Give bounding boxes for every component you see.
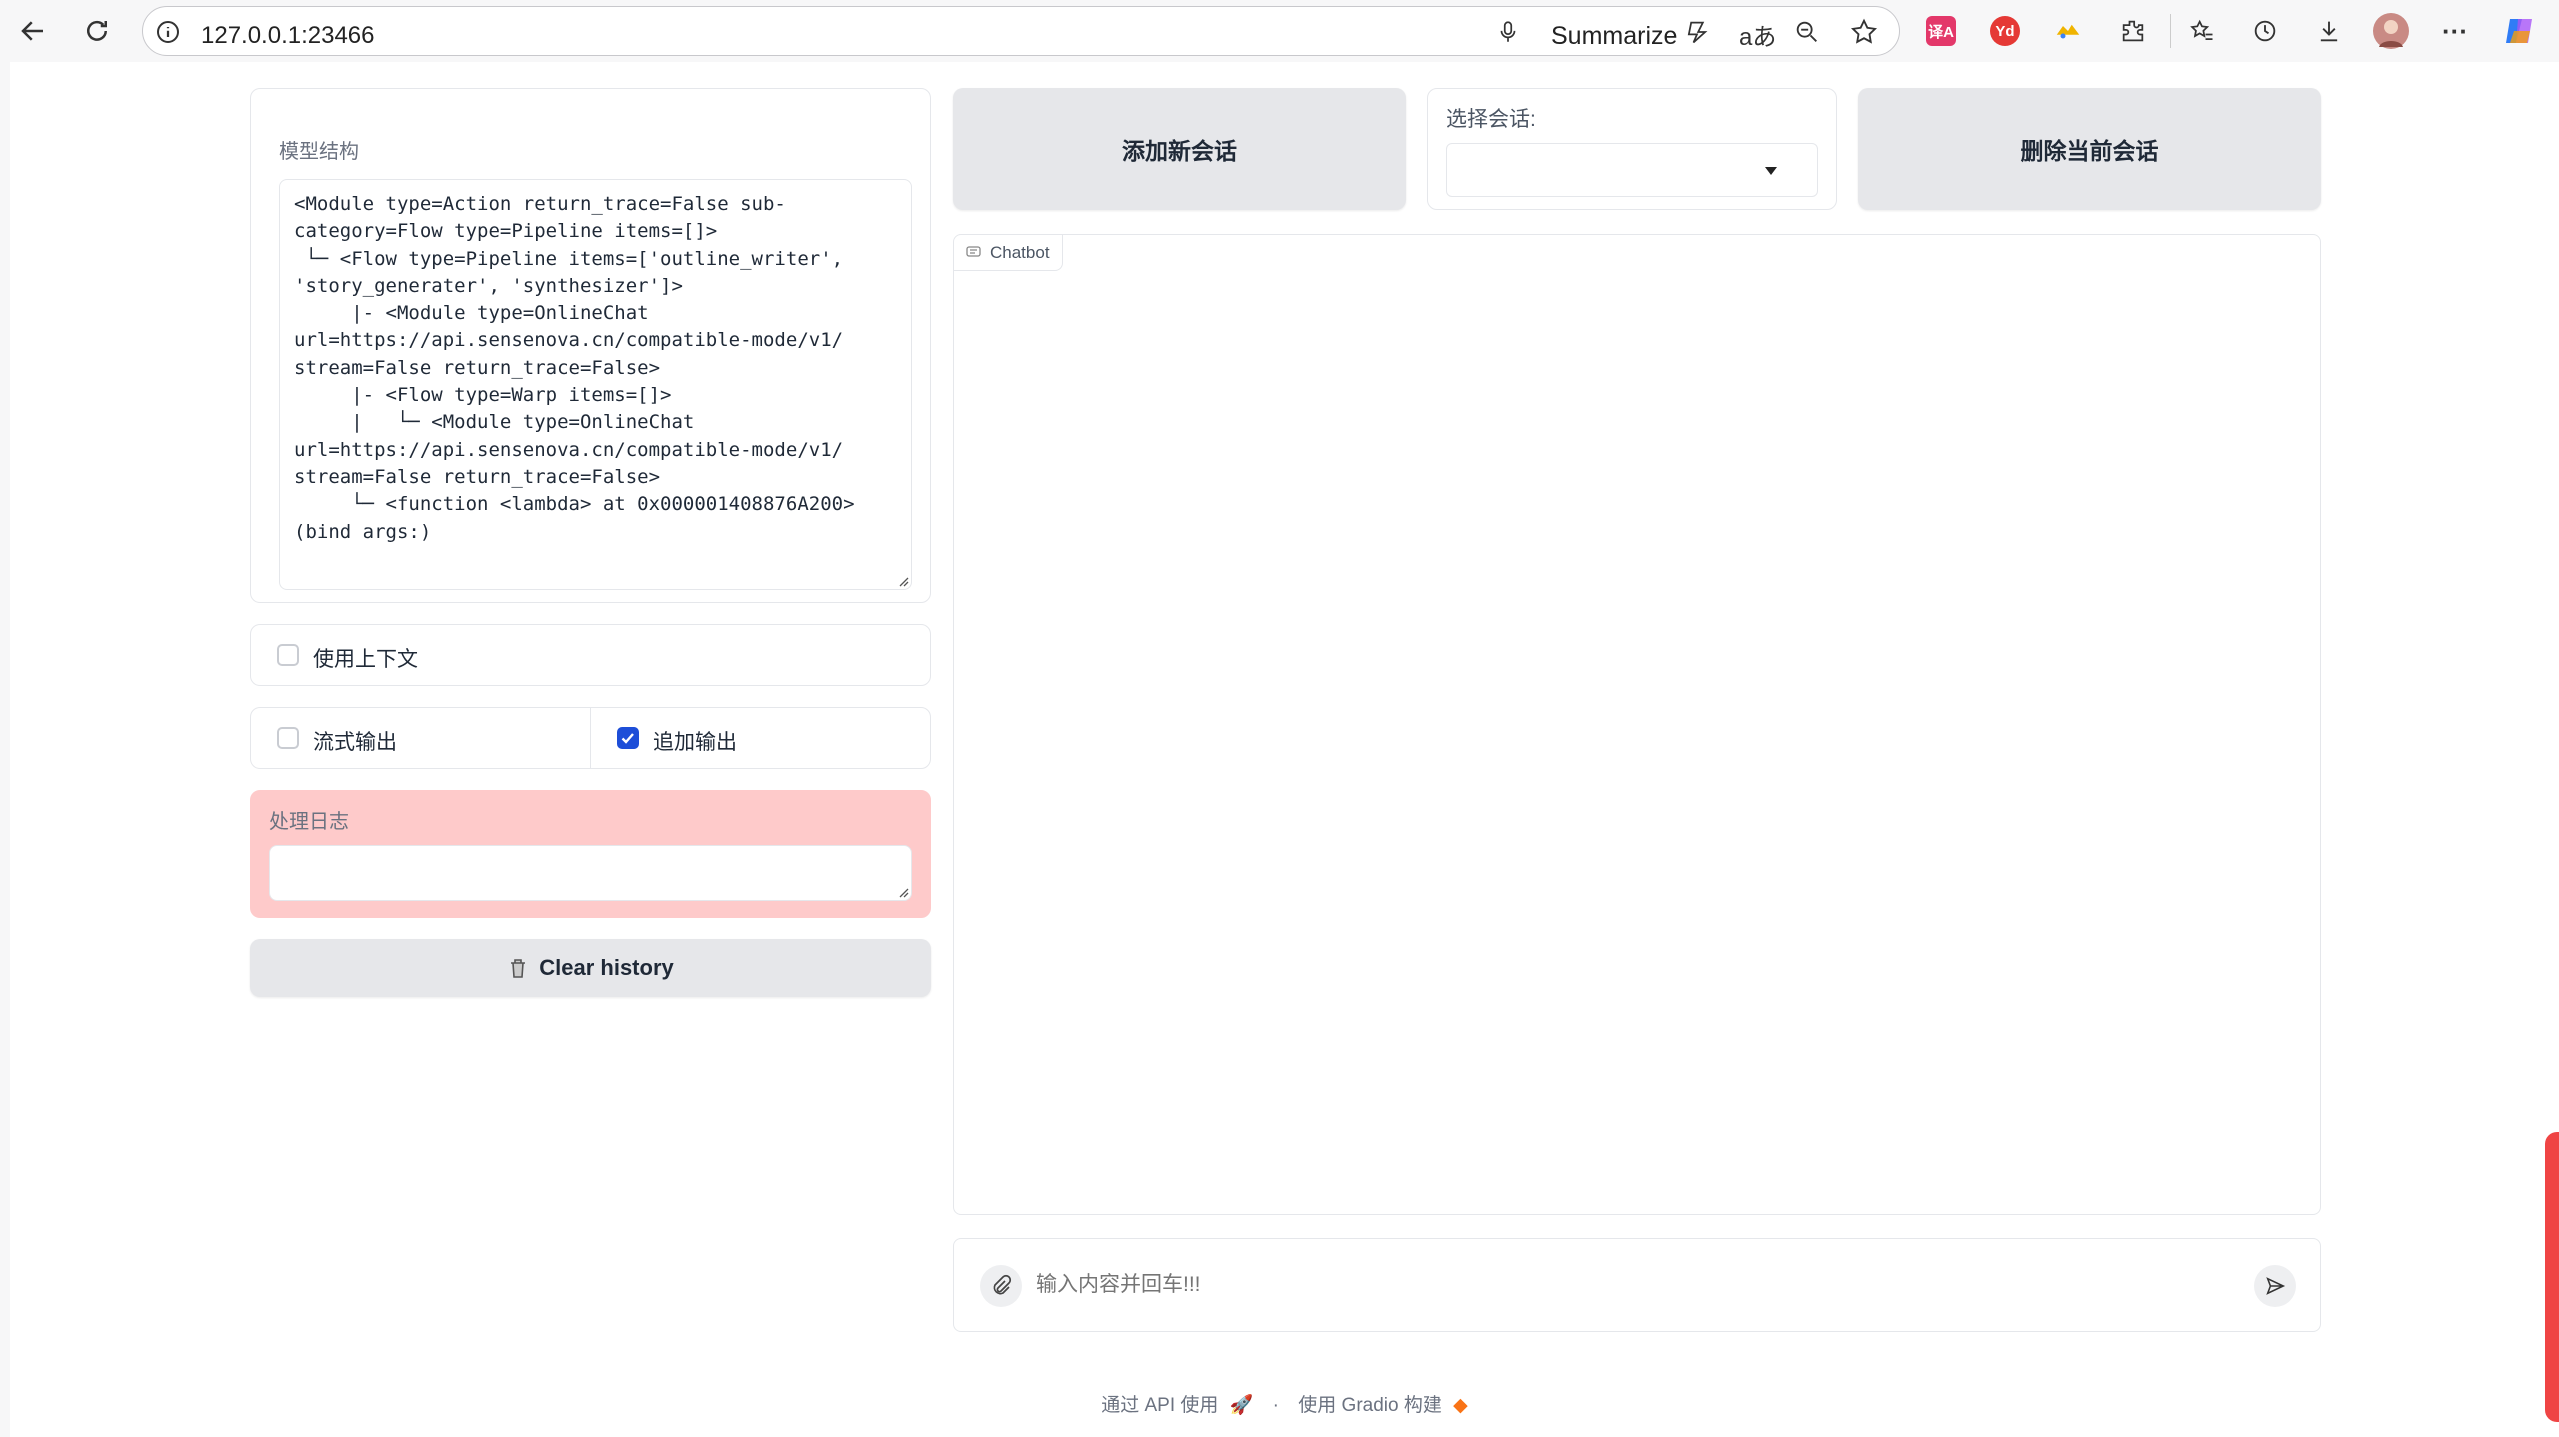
url-text[interactable]: 127.0.0.1:23466 bbox=[201, 22, 375, 50]
read-aloud-icon[interactable]: aあ bbox=[1739, 17, 1776, 52]
translate-ext-icon[interactable]: 译A bbox=[1926, 16, 1956, 46]
api-link[interactable]: 通过 API 使用 bbox=[1101, 1395, 1218, 1416]
footer-separator: · bbox=[1272, 1395, 1279, 1416]
chevron-down-icon bbox=[1765, 167, 1777, 175]
resize-handle-icon[interactable] bbox=[897, 575, 909, 587]
message-input[interactable] bbox=[1036, 1263, 2186, 1307]
star-icon[interactable] bbox=[1849, 17, 1879, 52]
model-structure-text: <Module type=Action return_trace=False s… bbox=[294, 193, 855, 543]
chatbot-panel: Chatbot bbox=[953, 234, 2321, 1215]
clear-history-button[interactable]: Clear history bbox=[250, 939, 931, 997]
use-context-panel: 使用上下文 bbox=[250, 624, 931, 686]
delete-session-button[interactable]: 删除当前会话 bbox=[1858, 88, 2321, 210]
history-icon[interactable] bbox=[2248, 14, 2282, 48]
trash-icon bbox=[511, 959, 526, 978]
log-textarea[interactable] bbox=[269, 845, 912, 901]
options-divider bbox=[590, 708, 591, 768]
footer: 通过 API 使用 🚀 · 使用 Gradio 构建 ◆ bbox=[10, 1390, 2559, 1417]
profile-avatar[interactable] bbox=[2373, 13, 2409, 49]
select-session-label: 选择会话: bbox=[1446, 108, 1536, 131]
toolbar-divider bbox=[2170, 14, 2171, 48]
chatbot-label: Chatbot bbox=[990, 242, 1050, 262]
summarize-label[interactable]: Summarize bbox=[1551, 22, 1677, 51]
rocket-icon: 🚀 bbox=[1229, 1395, 1254, 1416]
download-icon[interactable] bbox=[2312, 14, 2346, 48]
side-panel-tab[interactable] bbox=[2545, 1132, 2559, 1422]
more-icon[interactable]: ··· bbox=[2438, 14, 2472, 48]
message-input-panel bbox=[953, 1238, 2321, 1332]
zoom-icon[interactable] bbox=[1793, 18, 1821, 51]
append-output-checkbox[interactable] bbox=[617, 727, 639, 749]
use-context-label[interactable]: 使用上下文 bbox=[313, 643, 418, 673]
use-context-checkbox[interactable] bbox=[277, 644, 299, 666]
extensions-icon[interactable] bbox=[2116, 14, 2150, 48]
favorites-icon[interactable] bbox=[2185, 14, 2219, 48]
select-session-dropdown[interactable] bbox=[1446, 143, 1818, 197]
mic-icon[interactable] bbox=[1495, 19, 1521, 50]
model-structure-label: 模型结构 bbox=[279, 141, 359, 163]
log-panel: 处理日志 bbox=[250, 790, 931, 918]
copilot-logo-icon[interactable] bbox=[2502, 13, 2538, 54]
back-arrow-icon[interactable] bbox=[16, 14, 50, 48]
stream-output-label[interactable]: 流式输出 bbox=[313, 726, 397, 756]
copilot-icon[interactable] bbox=[1683, 18, 1711, 51]
check-icon bbox=[621, 733, 634, 744]
gradio-page: 模型结构 <Module type=Action return_trace=Fa… bbox=[0, 62, 2559, 1437]
model-structure-panel: 模型结构 <Module type=Action return_trace=Fa… bbox=[250, 88, 931, 603]
add-session-button[interactable]: 添加新会话 bbox=[953, 88, 1406, 210]
gradio-link[interactable]: 使用 Gradio 构建 bbox=[1298, 1395, 1442, 1416]
address-bar[interactable]: 127.0.0.1:23466 Summarize aあ bbox=[142, 6, 1900, 56]
chatbot-label-tab: Chatbot bbox=[954, 235, 1063, 271]
ext-icon[interactable] bbox=[2053, 16, 2083, 46]
select-session-panel: 选择会话: bbox=[1427, 88, 1837, 210]
chat-bubble-icon bbox=[966, 245, 981, 257]
gradio-logo-icon: ◆ bbox=[1453, 1395, 1468, 1416]
send-icon[interactable] bbox=[2254, 1265, 2296, 1307]
output-options-panel: 流式输出 追加输出 bbox=[250, 707, 931, 769]
append-output-label[interactable]: 追加输出 bbox=[653, 726, 737, 756]
clear-history-label: Clear history bbox=[539, 955, 674, 980]
reload-icon[interactable] bbox=[80, 14, 114, 48]
info-icon[interactable] bbox=[153, 17, 183, 47]
model-structure-textarea[interactable]: <Module type=Action return_trace=False s… bbox=[279, 179, 912, 590]
youdao-ext-icon[interactable]: Yd bbox=[1990, 16, 2020, 46]
resize-handle-icon[interactable] bbox=[897, 886, 909, 898]
log-label: 处理日志 bbox=[269, 811, 349, 833]
browser-toolbar: 127.0.0.1:23466 Summarize aあ 译A Yd ··· bbox=[0, 0, 2559, 62]
paperclip-icon[interactable] bbox=[980, 1265, 1022, 1307]
stream-output-checkbox[interactable] bbox=[277, 727, 299, 749]
